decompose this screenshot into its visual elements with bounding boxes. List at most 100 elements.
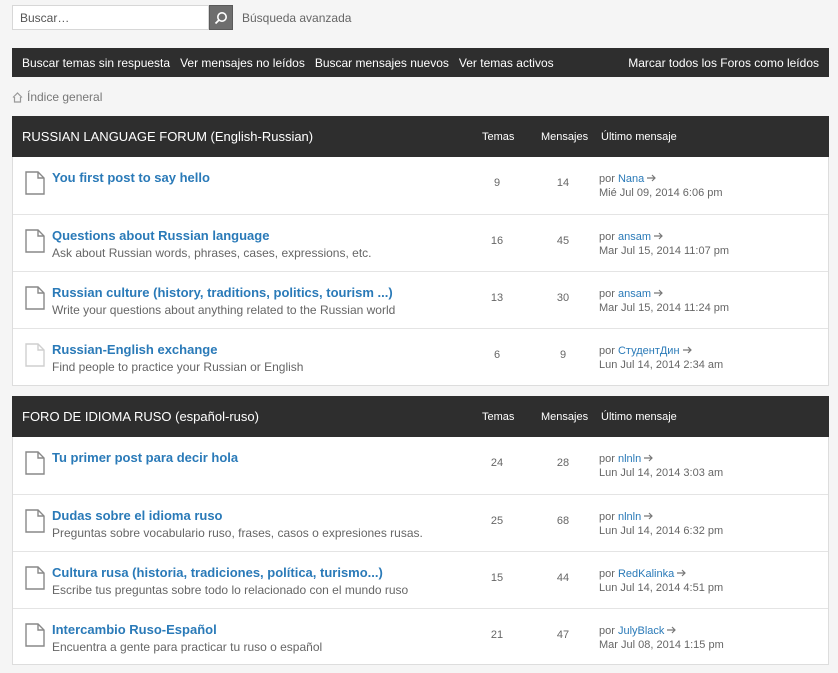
nav-unanswered-topics[interactable]: Buscar temas sin respuesta	[22, 56, 170, 70]
arrow-right-icon[interactable]	[647, 172, 657, 186]
breadcrumb: Índice general	[12, 90, 102, 104]
nav-new-posts[interactable]: Buscar mensajes nuevos	[315, 56, 449, 70]
posts-count: 9	[559, 349, 567, 361]
forum-title-link[interactable]: Questions about Russian language	[52, 228, 269, 243]
topics-count: 13	[490, 292, 504, 304]
last-post-user-link[interactable]: nlnln	[618, 511, 641, 523]
forum-list: Tu primer post para decir hola 24 28 por…	[12, 437, 829, 665]
document-icon	[25, 171, 45, 198]
posts-count: 30	[556, 292, 570, 304]
last-post-info: por nlnln Lun Jul 14, 2014 6:32 pm	[599, 510, 723, 538]
column-topics-header: Temas	[482, 130, 515, 143]
category-header: RUSSIAN LANGUAGE FORUM (English-Russian)…	[12, 116, 829, 157]
last-post-user-link[interactable]: nlnln	[618, 453, 641, 465]
last-post-user-link[interactable]: СтудентДин	[618, 345, 680, 357]
forum-category: FORO DE IDIOMA RUSO (español-ruso) Temas…	[12, 396, 829, 665]
document-icon	[25, 286, 45, 313]
last-post-date: Lun Jul 14, 2014 6:32 pm	[599, 525, 724, 537]
by-label: por	[599, 345, 615, 357]
nav-unread-posts[interactable]: Ver mensajes no leídos	[180, 56, 305, 70]
last-post-date: Mar Jul 15, 2014 11:07 pm	[599, 245, 730, 257]
forum-description: Preguntas sobre vocabulario ruso, frases…	[52, 526, 423, 540]
posts-count: 47	[556, 629, 570, 641]
last-post-info: por Nana Mié Jul 09, 2014 6:06 pm	[599, 172, 723, 200]
nav-active-topics[interactable]: Ver temas activos	[459, 56, 554, 70]
forum-row: Cultura rusa (historia, tradiciones, pol…	[13, 551, 828, 608]
by-label: por	[599, 231, 615, 243]
category-title[interactable]: RUSSIAN LANGUAGE FORUM (English-Russian)	[22, 129, 313, 144]
column-posts-header: Mensajes	[541, 130, 589, 143]
posts-count: 68	[556, 515, 570, 527]
last-post-user-link[interactable]: RedKalinka	[618, 568, 674, 580]
topics-count: 6	[493, 349, 501, 361]
forum-row: Russian-English exchange Find people to …	[13, 328, 828, 385]
forum-title-link[interactable]: Russian-English exchange	[52, 342, 217, 357]
arrow-right-icon[interactable]	[667, 624, 677, 638]
topics-count: 16	[490, 235, 504, 247]
document-icon	[25, 451, 45, 478]
forum-row: Intercambio Ruso-Español Encuentra a gen…	[13, 608, 828, 664]
advanced-search-link[interactable]: Búsqueda avanzada	[242, 11, 351, 25]
last-post-info: por nlnln Lun Jul 14, 2014 3:03 am	[599, 452, 723, 480]
by-label: por	[599, 173, 615, 185]
magnifier-icon	[214, 11, 227, 24]
home-icon	[12, 91, 23, 103]
column-posts-header: Mensajes	[541, 410, 589, 423]
arrow-right-icon[interactable]	[654, 230, 664, 244]
by-label: por	[599, 453, 615, 465]
search-button[interactable]	[209, 5, 233, 30]
last-post-user-link[interactable]: JulyBlack	[618, 625, 664, 637]
last-post-date: Mié Jul 09, 2014 6:06 pm	[599, 187, 723, 199]
category-title[interactable]: FORO DE IDIOMA RUSO (español-ruso)	[22, 409, 259, 424]
posts-count: 28	[556, 457, 570, 469]
document-icon	[25, 623, 45, 650]
column-last-post-header: Último mensaje	[601, 410, 677, 423]
last-post-user-link[interactable]: ansam	[618, 231, 651, 243]
arrow-right-icon[interactable]	[644, 510, 654, 524]
posts-count: 14	[556, 177, 570, 189]
document-read-icon	[25, 343, 45, 370]
last-post-date: Mar Jul 15, 2014 11:24 pm	[599, 302, 730, 314]
last-post-date: Lun Jul 14, 2014 4:51 pm	[599, 582, 724, 594]
forum-row: Questions about Russian language Ask abo…	[13, 214, 828, 271]
forum-description: Ask about Russian words, phrases, cases,…	[52, 246, 372, 260]
forum-title-link[interactable]: Cultura rusa (historia, tradiciones, pol…	[52, 565, 383, 580]
breadcrumb-home-link[interactable]: Índice general	[27, 90, 102, 104]
column-last-post-header: Último mensaje	[601, 130, 677, 143]
last-post-user-link[interactable]: Nana	[618, 173, 644, 185]
by-label: por	[599, 288, 615, 300]
last-post-date: Lun Jul 14, 2014 2:34 am	[599, 359, 724, 371]
posts-count: 45	[556, 235, 570, 247]
forum-title-link[interactable]: Intercambio Ruso-Español	[52, 622, 217, 637]
arrow-right-icon[interactable]	[644, 452, 654, 466]
search-bar: Búsqueda avanzada	[12, 5, 351, 30]
topics-count: 24	[490, 457, 504, 469]
last-post-date: Mar Jul 08, 2014 1:15 pm	[599, 639, 724, 651]
forum-row: Tu primer post para decir hola 24 28 por…	[13, 437, 828, 494]
forum-title-link[interactable]: Russian culture (history, traditions, po…	[52, 285, 393, 300]
arrow-right-icon[interactable]	[677, 567, 687, 581]
forum-title-link[interactable]: Tu primer post para decir hola	[52, 450, 238, 465]
by-label: por	[599, 625, 615, 637]
forum-category: RUSSIAN LANGUAGE FORUM (English-Russian)…	[12, 116, 829, 386]
by-label: por	[599, 511, 615, 523]
last-post-info: por JulyBlack Mar Jul 08, 2014 1:15 pm	[599, 624, 724, 652]
topics-count: 25	[490, 515, 504, 527]
forum-row: You first post to say hello 9 14 por Nan…	[13, 157, 828, 214]
forum-description: Encuentra a gente para practicar tu ruso…	[52, 640, 323, 654]
topics-count: 15	[490, 572, 504, 584]
arrow-right-icon[interactable]	[682, 344, 693, 358]
quick-links-navbar: Buscar temas sin respuesta Ver mensajes …	[12, 48, 829, 77]
search-box	[12, 5, 209, 30]
document-icon	[25, 566, 45, 593]
search-input[interactable]	[20, 10, 208, 25]
forum-row: Dudas sobre el idioma ruso Preguntas sob…	[13, 494, 828, 551]
arrow-right-icon[interactable]	[654, 287, 664, 301]
by-label: por	[599, 568, 615, 580]
forum-title-link[interactable]: Dudas sobre el idioma ruso	[52, 508, 223, 523]
forum-list: You first post to say hello 9 14 por Nan…	[12, 157, 829, 386]
forum-title-link[interactable]: You first post to say hello	[52, 170, 210, 185]
last-post-date: Lun Jul 14, 2014 3:03 am	[599, 467, 724, 479]
mark-all-read-link[interactable]: Marcar todos los Foros como leídos	[628, 56, 819, 70]
last-post-user-link[interactable]: ansam	[618, 288, 651, 300]
